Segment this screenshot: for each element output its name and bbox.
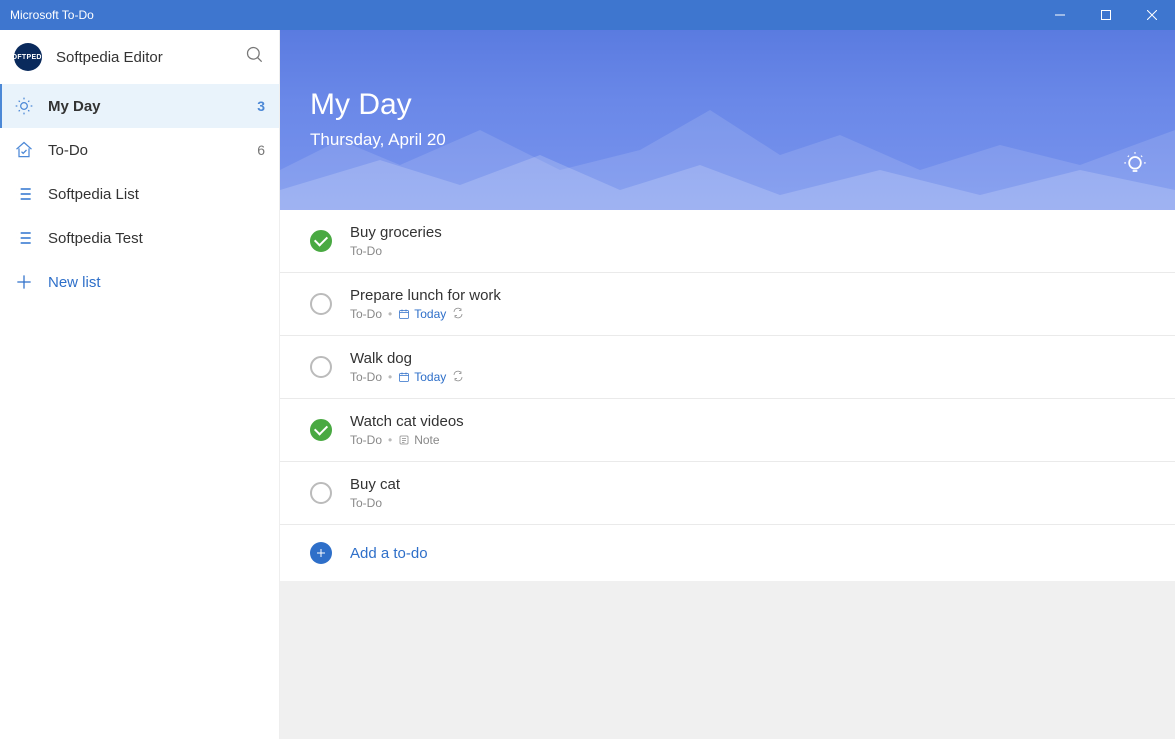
window-title: Microsoft To-Do [10, 8, 94, 22]
add-button[interactable] [310, 542, 332, 564]
sidebar-item-softpedia-list[interactable]: Softpedia List [0, 172, 279, 216]
home-icon [14, 140, 34, 160]
due-badge: Today [398, 307, 446, 321]
note-badge: Note [398, 433, 439, 447]
task-meta: To-Do [350, 244, 442, 258]
task-meta: To-Do [350, 496, 400, 510]
sidebar-item-count: 3 [257, 98, 265, 114]
main-pane: My Day Thursday, April 20 Buy groceries … [280, 30, 1175, 739]
user-row[interactable]: SOFTPEDIA Softpedia Editor [0, 30, 279, 84]
avatar: SOFTPEDIA [14, 43, 42, 71]
task-title: Buy cat [350, 476, 400, 493]
sidebar-item-count: 6 [257, 142, 265, 158]
note-icon [398, 434, 410, 446]
plus-icon [14, 272, 34, 292]
task-title: Walk dog [350, 350, 464, 367]
task-row[interactable]: Walk dog To-Do• Today [280, 336, 1175, 399]
repeat-icon [452, 370, 464, 385]
task-meta: To-Do• Today [350, 370, 464, 385]
sidebar-item-label: Softpedia List [48, 186, 265, 203]
task-row[interactable]: Watch cat videos To-Do• Note [280, 399, 1175, 462]
maximize-button[interactable] [1083, 0, 1129, 30]
task-title: Watch cat videos [350, 413, 464, 430]
task-title: Buy groceries [350, 224, 442, 241]
list-icon [14, 228, 34, 248]
minimize-button[interactable] [1037, 0, 1083, 30]
task-checkbox[interactable] [310, 230, 332, 252]
sun-icon [14, 96, 34, 116]
sidebar-item-label: My Day [48, 98, 257, 115]
task-checkbox[interactable] [310, 482, 332, 504]
sidebar-item-softpedia-test[interactable]: Softpedia Test [0, 216, 279, 260]
add-label: Add a to-do [350, 545, 428, 562]
sidebar: SOFTPEDIA Softpedia Editor My Day 3 To-D… [0, 30, 280, 739]
hero: My Day Thursday, April 20 [280, 30, 1175, 210]
search-button[interactable] [245, 45, 265, 70]
task-list: Buy groceries To-Do Prepare lunch for wo… [280, 210, 1175, 581]
task-title: Prepare lunch for work [350, 287, 501, 304]
due-badge: Today [398, 370, 446, 384]
repeat-icon [452, 307, 464, 322]
page-date: Thursday, April 20 [310, 130, 1145, 150]
add-todo-row[interactable]: Add a to-do [280, 525, 1175, 581]
sidebar-item-todo[interactable]: To-Do 6 [0, 128, 279, 172]
page-title: My Day [310, 88, 1145, 122]
sidebar-item-label: Softpedia Test [48, 230, 265, 247]
task-meta: To-Do• Note [350, 433, 464, 447]
new-list-label: New list [48, 274, 265, 291]
task-row[interactable]: Prepare lunch for work To-Do• Today [280, 273, 1175, 336]
task-checkbox[interactable] [310, 356, 332, 378]
suggestions-button[interactable] [1121, 150, 1149, 183]
calendar-icon [398, 308, 410, 320]
sidebar-item-my-day[interactable]: My Day 3 [0, 84, 279, 128]
task-row[interactable]: Buy groceries To-Do [280, 210, 1175, 273]
task-checkbox[interactable] [310, 419, 332, 441]
new-list-button[interactable]: New list [0, 260, 279, 304]
titlebar: Microsoft To-Do [0, 0, 1175, 30]
calendar-icon [398, 371, 410, 383]
list-icon [14, 184, 34, 204]
plus-icon [315, 547, 327, 559]
close-button[interactable] [1129, 0, 1175, 30]
task-checkbox[interactable] [310, 293, 332, 315]
lightbulb-icon [1121, 150, 1149, 178]
task-meta: To-Do• Today [350, 307, 501, 322]
search-icon [245, 45, 265, 65]
sidebar-item-label: To-Do [48, 142, 257, 159]
task-row[interactable]: Buy cat To-Do [280, 462, 1175, 525]
user-name: Softpedia Editor [56, 49, 245, 66]
